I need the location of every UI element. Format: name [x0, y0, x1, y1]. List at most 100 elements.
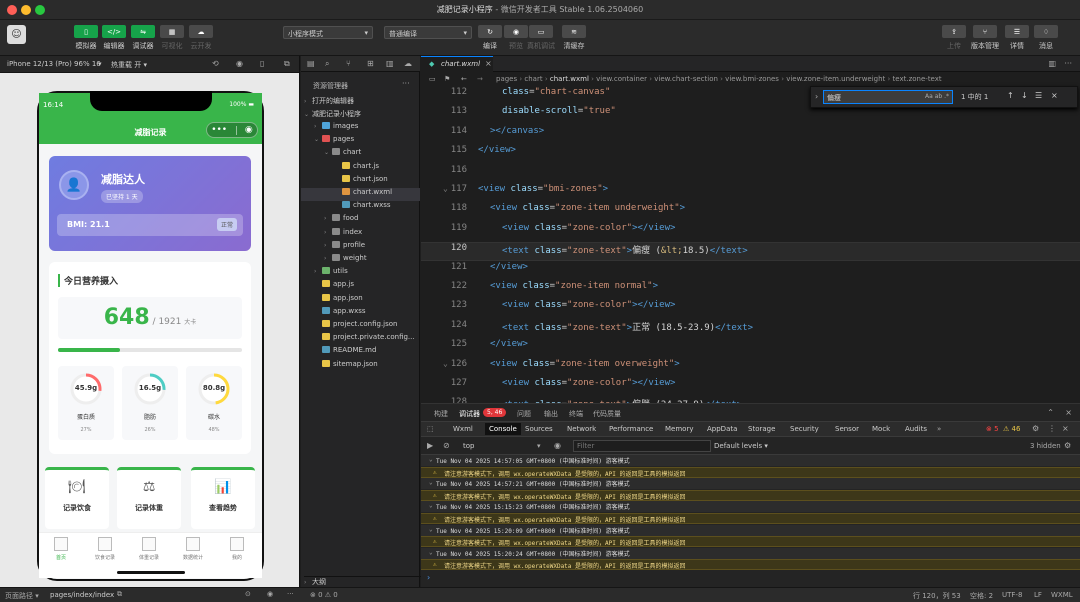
- fold-icon[interactable]: ⌄: [443, 359, 448, 368]
- avatar[interactable]: 👤: [59, 170, 89, 200]
- profile-card[interactable]: 👤 减脂达人 已坚持 1 天 BMI: 21.1 正常: [49, 156, 251, 251]
- file-item[interactable]: project.private.config...: [301, 333, 420, 346]
- search-icon[interactable]: ⌕: [325, 59, 329, 69]
- toolbar-devices-button[interactable]: ▭ 真机调试: [527, 25, 555, 51]
- toolbar-phone-button[interactable]: ▯ 模拟器: [74, 25, 98, 51]
- warning-count[interactable]: ⚠ 46: [1003, 425, 1020, 433]
- log-group-header[interactable]: ⌄ Tue Nov 04 2025 14:57:05 GMT+0800 (中国标准…: [421, 455, 1080, 466]
- toolbar-upload-button[interactable]: ⇪ 上传: [940, 25, 968, 51]
- breadcrumb-item[interactable]: view.bmi-zones: [725, 75, 779, 83]
- error-count[interactable]: ⊗ 5: [986, 425, 999, 433]
- breadcrumb-item[interactable]: view.zone-item.underweight: [786, 75, 885, 83]
- file-item[interactable]: app.js: [301, 280, 420, 293]
- toolbar-layers-button[interactable]: ≋ 清缓存: [560, 25, 588, 51]
- problems-count[interactable]: ⊗ 0 ⚠ 0: [310, 591, 338, 599]
- back-icon[interactable]: ←: [461, 75, 467, 83]
- breadcrumb-item[interactable]: chart.wxml: [550, 75, 589, 83]
- toolbar-refresh-button[interactable]: ↻ 编译: [476, 25, 504, 51]
- code-line[interactable]: 117 ⌄ <view class="bmi-zones">: [421, 184, 1080, 203]
- folder-item[interactable]: › food: [301, 214, 420, 227]
- folder-item[interactable]: › index: [301, 227, 420, 241]
- log-warning[interactable]: ⚠ 请注意游客模式下，调用 wx.operateWXData 是受限的，API 的…: [421, 489, 1080, 501]
- file-item[interactable]: chart.wxss: [301, 201, 420, 214]
- device-select[interactable]: iPhone 12/13 (Pro) 96% 16: [7, 60, 101, 68]
- file-item[interactable]: chart.js: [301, 161, 420, 175]
- log-levels-select[interactable]: Default levels ▾: [714, 442, 768, 450]
- kebab-menu-icon[interactable]: ⋮: [1048, 424, 1056, 433]
- code-line[interactable]: 126 ⌄ <view class="zone-item overweight">: [421, 359, 1080, 378]
- code-line[interactable]: 115 </view>: [421, 145, 1080, 164]
- shortcut-plate[interactable]: 🍽 记录饮食: [45, 467, 109, 529]
- toolbar-code-button[interactable]: </> 编辑器: [102, 25, 126, 51]
- code-line[interactable]: 127 <view class="zone-color"></view>: [421, 378, 1080, 397]
- code-line[interactable]: 112 class="chart-canvas": [421, 87, 1080, 106]
- inspect-element-icon[interactable]: ⊙: [245, 590, 251, 598]
- phone-icon[interactable]: ▯: [260, 59, 264, 68]
- collapse-panel-icon[interactable]: ⌃: [1047, 408, 1054, 417]
- devtools-tab[interactable]: 调试器: [459, 409, 480, 419]
- record-icon[interactable]: ◉: [236, 59, 243, 68]
- toolbar-layout-button[interactable]: ▦ 可视化: [160, 25, 184, 51]
- file-item[interactable]: app.wxss: [301, 306, 420, 320]
- panel-tab-memory[interactable]: Memory: [665, 425, 693, 433]
- toolbar-branch-button[interactable]: ⑂ 版本管理: [971, 25, 999, 51]
- devtools-tab[interactable]: 构建: [434, 409, 448, 419]
- devtools-tab[interactable]: 输出: [544, 409, 558, 419]
- code-line[interactable]: 122 <view class="zone-item normal">: [421, 281, 1080, 300]
- external-window-icon[interactable]: ⧉: [284, 59, 290, 69]
- panel-tab-sources[interactable]: Sources: [525, 425, 553, 433]
- console-prompt-icon[interactable]: ›: [427, 573, 430, 582]
- copy-path-icon[interactable]: ⧉: [117, 590, 122, 599]
- panel-tab-sensor[interactable]: Sensor: [835, 425, 859, 433]
- shortcut-scale[interactable]: ⚖ 记录体重: [117, 467, 181, 529]
- folder-item[interactable]: › weight: [301, 254, 420, 267]
- breadcrumb-item[interactable]: view.container: [596, 75, 647, 83]
- devtools-tab[interactable]: 代码质量: [593, 409, 621, 419]
- code-line[interactable]: 121 </view>: [421, 262, 1080, 281]
- status-more-icon[interactable]: ···: [287, 590, 294, 598]
- log-group-header[interactable]: ⌄ Tue Nov 04 2025 15:15:23 GMT+0800 (中国标准…: [421, 501, 1080, 513]
- toolbar-debug-button[interactable]: ⇋ 调试器: [131, 25, 155, 51]
- panel-tab-audits[interactable]: Audits: [905, 425, 927, 433]
- indent-setting[interactable]: 空格: 2: [970, 591, 993, 601]
- encoding[interactable]: UTF-8: [1002, 591, 1022, 599]
- console-settings-icon[interactable]: ⚙: [1064, 441, 1071, 450]
- log-warning[interactable]: ⚠ 请注意游客模式下，调用 wx.operateWXData 是受限的，API 的…: [421, 513, 1080, 524]
- preview-eye-icon[interactable]: ◉: [267, 590, 273, 598]
- folder-item[interactable]: › profile: [301, 240, 420, 254]
- close-tab-icon[interactable]: ×: [485, 59, 492, 68]
- toolbar-cloud-button[interactable]: ☁ 云开发: [189, 25, 213, 51]
- compile-select[interactable]: 普通编译 ▾: [384, 26, 472, 39]
- sidebar-toggle-icon[interactable]: ▶: [427, 441, 433, 450]
- panel-tab-mock[interactable]: Mock: [872, 425, 890, 433]
- tab-bar-item[interactable]: 首页: [41, 537, 81, 561]
- panel-tab-storage[interactable]: Storage: [748, 425, 775, 433]
- log-warning[interactable]: ⚠ 请注意游客模式下，调用 wx.operateWXData 是受限的，API 的…: [421, 466, 1080, 478]
- files-icon[interactable]: ▤: [307, 59, 315, 68]
- file-item[interactable]: app.json: [301, 293, 420, 307]
- console-filter-input[interactable]: [573, 440, 711, 452]
- panel-tab-console[interactable]: Console: [485, 423, 521, 435]
- project-root[interactable]: ⌄ 减肥记录小程序: [304, 109, 423, 122]
- log-warning[interactable]: ⚠ 请注意游客模式下，调用 wx.operateWXData 是受限的，API 的…: [421, 536, 1080, 548]
- tab-bar-item[interactable]: 饮食记录: [85, 537, 125, 561]
- git-icon[interactable]: ⑂: [346, 59, 351, 68]
- folder-item[interactable]: › images: [301, 122, 420, 135]
- eye-icon[interactable]: ◉: [554, 441, 561, 450]
- file-item[interactable]: sitemap.json: [301, 359, 420, 373]
- code-line[interactable]: 118 <view class="zone-item underweight">: [421, 203, 1080, 222]
- shortcut-bar-chart[interactable]: 📊 查看趋势: [191, 467, 255, 529]
- open-editors-section[interactable]: › 打开的编辑器: [304, 96, 423, 109]
- file-item[interactable]: chart.wxml: [301, 188, 420, 201]
- panel-tab-appdata[interactable]: AppData: [707, 425, 737, 433]
- code-line[interactable]: 113 disable-scroll="true": [421, 106, 1080, 125]
- cursor-position[interactable]: 行 120，列 53: [913, 591, 961, 601]
- mode-select[interactable]: 小程序模式 ▾: [283, 26, 373, 39]
- cloud-icon[interactable]: ☁: [404, 59, 412, 68]
- panel-tab-network[interactable]: Network: [567, 425, 596, 433]
- code-line[interactable]: 120 <text class="zone-text">偏瘦 (&lt;18.5)…: [421, 242, 1080, 262]
- breadcrumb-item[interactable]: view.chart-section: [654, 75, 718, 83]
- tab-chart-wxml[interactable]: ◆ chart.wxml ×: [421, 56, 493, 72]
- panel-tab-wxml[interactable]: Wxml: [453, 425, 473, 433]
- close-devtools-icon[interactable]: ×: [1062, 424, 1069, 433]
